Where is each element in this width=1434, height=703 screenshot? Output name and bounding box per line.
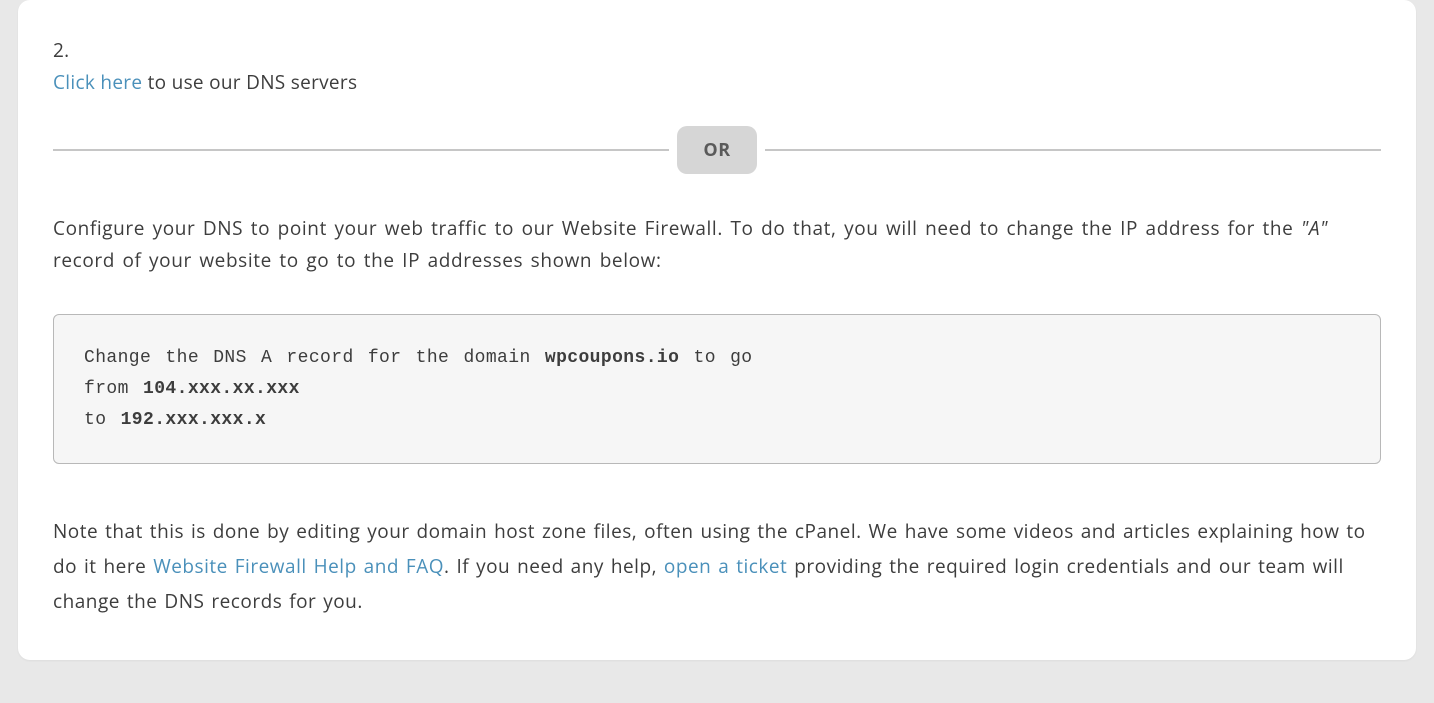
or-divider: OR (53, 126, 1381, 174)
configure-text-after: record of your website to go to the IP a… (53, 247, 662, 273)
code-line3-before: to (84, 410, 121, 430)
code-line1-after: to go (679, 348, 752, 368)
instruction-card: 2. Click here to use our DNS servers OR … (18, 0, 1416, 660)
code-line-2: from 104.xxx.xx.xxx (84, 374, 1350, 405)
code-line1-before: Change the DNS A record for the domain (84, 348, 545, 368)
or-badge: OR (677, 126, 756, 174)
configure-text-before: Configure your DNS to point your web tra… (53, 215, 1301, 241)
dns-code-box: Change the DNS A record for the domain w… (53, 314, 1381, 464)
step-number: 2. (53, 35, 1381, 65)
code-domain: wpcoupons.io (545, 348, 679, 368)
divider-line-left (53, 149, 669, 151)
note-paragraph: Note that this is done by editing your d… (53, 514, 1381, 619)
step-text: to use our DNS servers (142, 69, 357, 95)
code-line2-before: from (84, 379, 143, 399)
code-line-1: Change the DNS A record for the domain w… (84, 343, 1350, 374)
code-to-ip: 192.xxx.xxx.x (121, 410, 267, 430)
firewall-help-link[interactable]: Website Firewall Help and FAQ (153, 553, 444, 579)
code-from-ip: 104.xxx.xx.xxx (143, 379, 300, 399)
a-record-italic: "A" (1301, 215, 1328, 241)
configure-instruction: Configure your DNS to point your web tra… (53, 212, 1381, 277)
note-part2: . If you need any help, (444, 553, 664, 579)
divider-line-right (765, 149, 1381, 151)
use-dns-servers-link[interactable]: Click here (53, 69, 142, 95)
open-ticket-link[interactable]: open a ticket (664, 553, 787, 579)
step-2: 2. Click here to use our DNS servers (53, 35, 1381, 98)
code-line-3: to 192.xxx.xxx.x (84, 405, 1350, 436)
